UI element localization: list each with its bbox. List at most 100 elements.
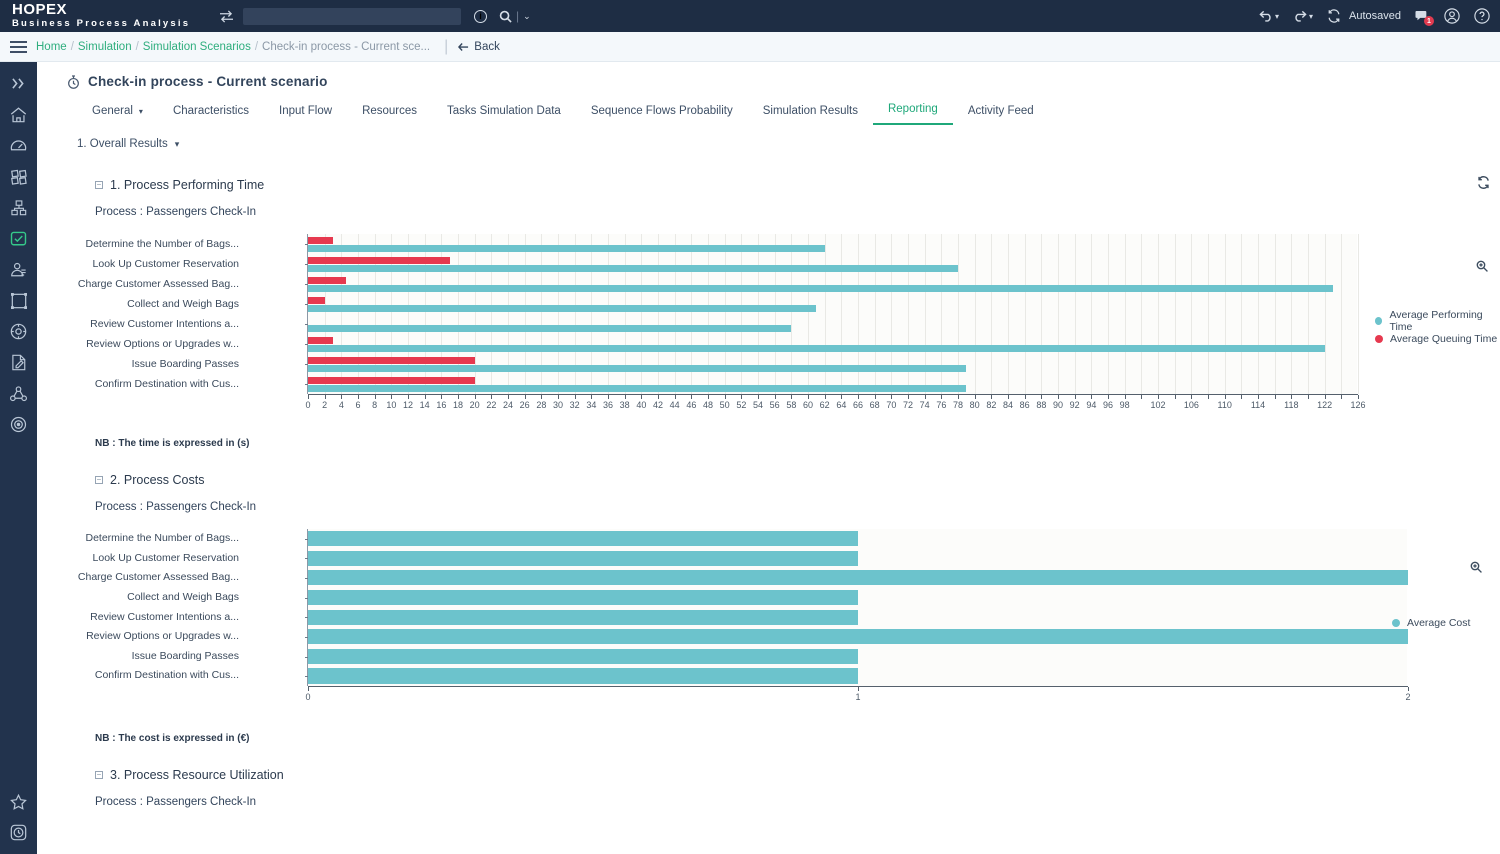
x-axis-tick bbox=[1158, 395, 1159, 399]
chart1-plot-area: 0 2 4 6 8 10 12 14 16 18 20 22 24 26 28 30 32 34 36 38 40 42 4… bbox=[305, 234, 1366, 410]
dashboard-gauge-icon[interactable] bbox=[0, 130, 37, 161]
tab-simulation-results[interactable]: Simulation Results bbox=[748, 105, 873, 125]
x-axis-tick bbox=[1274, 395, 1276, 399]
org-person-icon[interactable] bbox=[0, 254, 37, 285]
bar-queuing-time[interactable] bbox=[308, 236, 333, 244]
gridline bbox=[1324, 234, 1326, 394]
simulation-check-icon[interactable] bbox=[0, 223, 37, 254]
report-scroll-area[interactable]: – 1. Process Performing Time Process : P… bbox=[37, 176, 1500, 818]
bar-performing-time[interactable] bbox=[308, 345, 1325, 352]
gridline bbox=[1124, 234, 1126, 394]
x-axis-tick-label: 92 bbox=[1069, 400, 1080, 410]
bar-queuing-time[interactable] bbox=[308, 276, 346, 284]
global-search-box[interactable] bbox=[243, 7, 461, 26]
report-selector[interactable]: 1. Overall Results ▾ bbox=[37, 138, 1500, 150]
bar-average-cost[interactable] bbox=[308, 629, 1408, 645]
collapse-toggle-icon[interactable]: – bbox=[95, 181, 103, 189]
chart-category-label: Charge Customer Assessed Bag... bbox=[77, 571, 239, 584]
process-diagram-icon[interactable] bbox=[0, 192, 37, 223]
breadcrumb-item-current: Check-in process - Current sce... bbox=[262, 40, 431, 53]
frame-icon[interactable] bbox=[0, 285, 37, 316]
refresh-report-icon[interactable] bbox=[1477, 176, 1490, 192]
redo-button[interactable]: ▾ bbox=[1293, 10, 1313, 22]
breadcrumb-item-home[interactable]: Home bbox=[36, 41, 67, 53]
x-axis-tick bbox=[1141, 395, 1143, 399]
undo-button[interactable]: ▾ bbox=[1259, 10, 1279, 22]
bar-average-cost[interactable] bbox=[308, 570, 1408, 586]
brand-tagline: Business Process Analysis bbox=[12, 18, 191, 29]
legend-label: Average Queuing Time bbox=[1390, 333, 1498, 345]
bar-queuing-time[interactable] bbox=[308, 256, 450, 264]
favorites-star-icon[interactable] bbox=[0, 786, 37, 817]
document-edit-icon[interactable] bbox=[0, 347, 37, 378]
x-axis-tick-label: 12 bbox=[402, 400, 414, 410]
sync-icon[interactable] bbox=[1327, 9, 1341, 23]
bar-average-cost[interactable] bbox=[308, 531, 858, 547]
bar-performing-time[interactable] bbox=[308, 245, 825, 252]
modules-grid-icon[interactable] bbox=[0, 161, 37, 192]
tab-input-flow[interactable]: Input Flow bbox=[264, 105, 347, 125]
hamburger-menu-icon[interactable] bbox=[0, 40, 36, 53]
autosaved-status: Autosaved bbox=[1349, 10, 1401, 22]
search-input[interactable] bbox=[243, 9, 461, 26]
tab-sequence-flows-probability[interactable]: Sequence Flows Probability bbox=[576, 105, 748, 125]
section-title: 3. Process Resource Utilization bbox=[110, 768, 284, 782]
bar-queuing-time[interactable] bbox=[308, 376, 475, 384]
breadcrumb-item-simulation-scenarios[interactable]: Simulation Scenarios bbox=[143, 41, 251, 53]
legend-item[interactable]: Average Cost bbox=[1392, 614, 1470, 632]
bar-queuing-time[interactable] bbox=[308, 336, 333, 344]
account-icon[interactable] bbox=[1444, 8, 1460, 24]
bar-performing-time[interactable] bbox=[308, 265, 958, 272]
collapse-toggle-icon[interactable]: – bbox=[95, 771, 103, 779]
swap-horizontal-icon[interactable] bbox=[215, 9, 237, 23]
tab-characteristics[interactable]: Characteristics bbox=[158, 105, 264, 125]
bar-performing-time[interactable] bbox=[308, 305, 817, 312]
target-icon[interactable] bbox=[0, 409, 37, 440]
bar-performing-time[interactable] bbox=[308, 285, 1333, 292]
breadcrumb-item-simulation[interactable]: Simulation bbox=[78, 41, 132, 53]
help-icon[interactable] bbox=[1474, 8, 1490, 24]
tab-reporting[interactable]: Reporting bbox=[872, 103, 953, 125]
back-button[interactable]: Back bbox=[458, 41, 500, 53]
tab-resources[interactable]: Resources bbox=[347, 105, 432, 125]
app-logo[interactable]: HOPEX Business Process Analysis bbox=[0, 2, 215, 30]
search-icon[interactable] bbox=[499, 10, 512, 23]
legend-item[interactable]: Average Performing Time bbox=[1375, 309, 1500, 333]
bar-average-cost[interactable] bbox=[308, 648, 858, 664]
notification-icon[interactable]: 1 bbox=[1415, 9, 1434, 26]
bar-average-cost[interactable] bbox=[308, 550, 858, 566]
recent-history-icon[interactable] bbox=[0, 817, 37, 848]
bar-average-cost[interactable] bbox=[308, 609, 858, 625]
gridline bbox=[1291, 234, 1293, 394]
bar-performing-time[interactable] bbox=[308, 385, 967, 392]
bar-average-cost[interactable] bbox=[308, 668, 858, 684]
section-header-3[interactable]: – 3. Process Resource Utilization bbox=[37, 768, 1500, 782]
tab-tasks-simulation-data[interactable]: Tasks Simulation Data bbox=[432, 105, 576, 125]
main-content: Check-in process - Current scenario Gene… bbox=[37, 62, 1500, 854]
x-axis-tick-label: 102 bbox=[1150, 400, 1166, 410]
bar-performing-time[interactable] bbox=[308, 365, 967, 372]
x-axis-tick-label: 4 bbox=[338, 400, 344, 410]
gridline bbox=[1341, 234, 1343, 394]
chart2-category-labels: Determine the Number of Bags... Look Up C… bbox=[37, 529, 247, 686]
info-icon[interactable]: i bbox=[474, 9, 487, 23]
network-nodes-icon[interactable] bbox=[0, 378, 37, 409]
section-header-1[interactable]: – 1. Process Performing Time bbox=[37, 178, 1500, 192]
bar-performing-time[interactable] bbox=[308, 325, 792, 332]
chevron-down-icon[interactable]: ⌄ bbox=[523, 11, 531, 22]
home-icon[interactable] bbox=[0, 99, 37, 130]
collapse-toggle-icon[interactable]: – bbox=[95, 476, 103, 484]
expand-chevrons-icon[interactable] bbox=[0, 68, 37, 99]
settings-gear-icon[interactable] bbox=[0, 316, 37, 347]
tab-general[interactable]: General ▾ bbox=[77, 105, 158, 125]
x-axis-tick-label: 1 bbox=[855, 692, 861, 702]
x-axis-tick-label: 80 bbox=[969, 400, 980, 410]
bar-queuing-time[interactable] bbox=[308, 296, 325, 304]
tab-activity-feed[interactable]: Activity Feed bbox=[953, 105, 1049, 125]
section-header-2[interactable]: – 2. Process Costs bbox=[37, 473, 1500, 487]
gridline bbox=[1208, 234, 1209, 394]
bar-queuing-time[interactable] bbox=[308, 356, 475, 364]
bar-average-cost[interactable] bbox=[308, 589, 858, 605]
tab-label: General bbox=[92, 105, 133, 117]
legend-item[interactable]: Average Queuing Time bbox=[1375, 330, 1500, 348]
